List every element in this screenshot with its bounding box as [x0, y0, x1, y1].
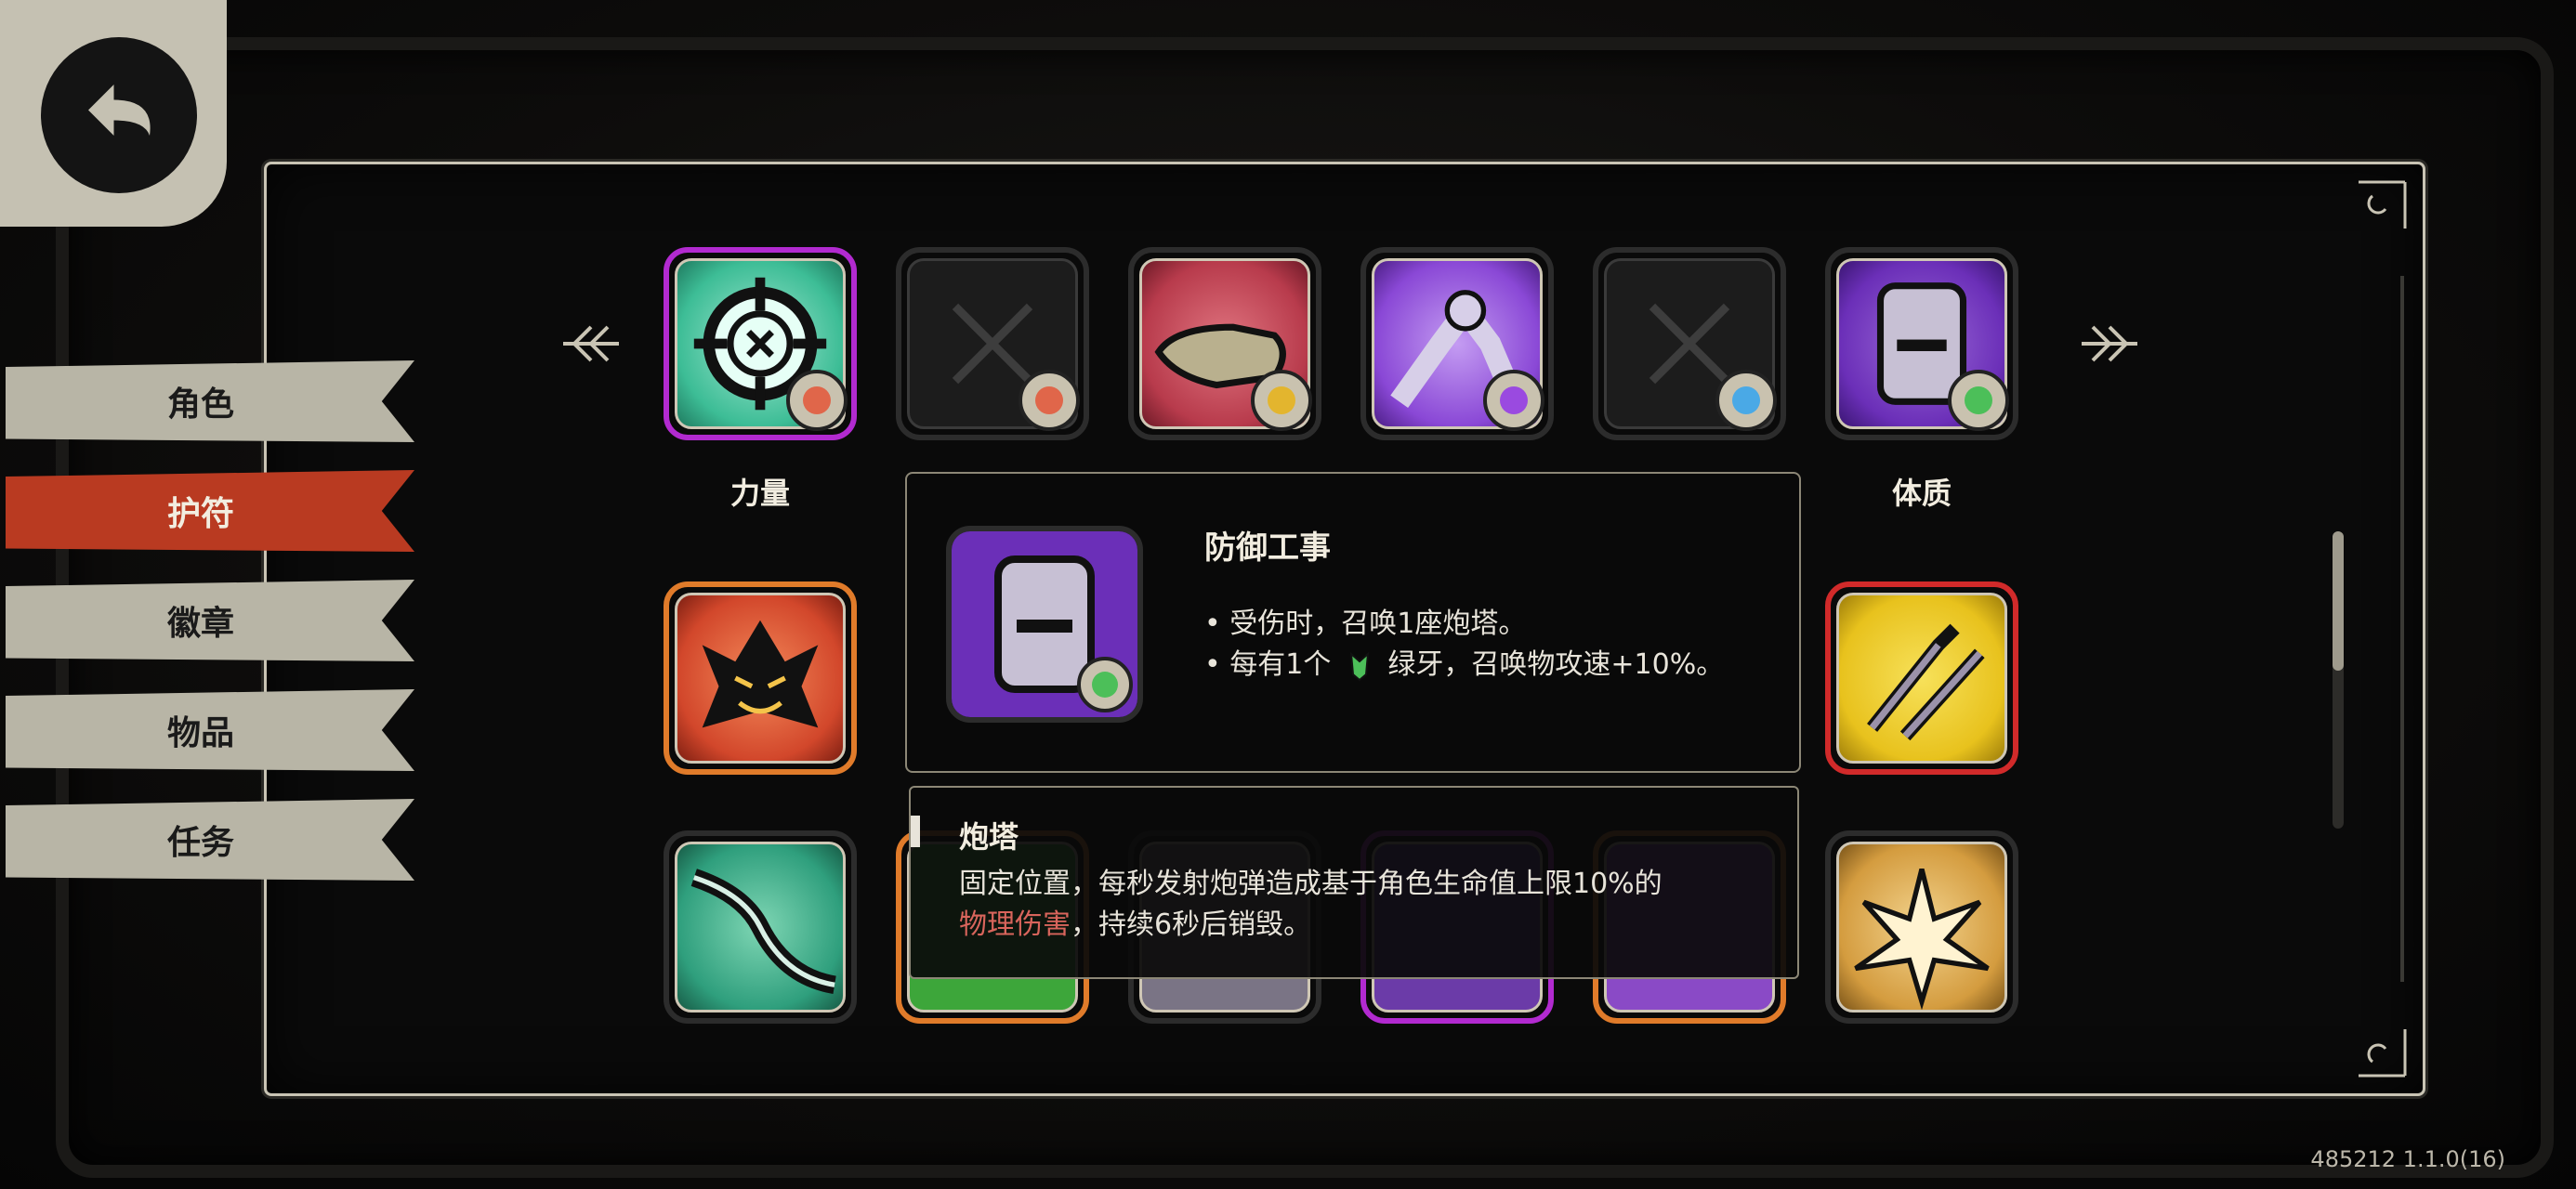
scrollbar-thumb[interactable]	[2333, 531, 2344, 671]
subtooltip-text-part: ，持续6秒后销毁。	[1071, 908, 1312, 941]
daggers-icon	[1836, 593, 2007, 764]
charm-slot-empty[interactable]	[1593, 247, 1786, 440]
tooltip-line-part: • 每有1个	[1204, 648, 1332, 681]
charm-slot-demon-face[interactable]	[664, 581, 857, 775]
turret-tooltip: 炮塔 固定位置，每秒发射炮弹造成基于角色生命值上限10%的 物理伤害，持续6秒后…	[909, 786, 1799, 979]
tab-charm[interactable]: 护符	[6, 470, 414, 552]
tab-role[interactable]: 角色	[6, 360, 414, 442]
next-page-arrow-icon[interactable]	[2072, 316, 2147, 372]
subtooltip-text: 物理伤害，持续6秒后销毁。	[959, 901, 1311, 942]
green-fang-icon	[1347, 650, 1372, 682]
charm-tooltip: 防御工事 • 受伤时，召唤1座炮塔。 • 每有1个 绿牙，召唤物攻速+10%。	[905, 472, 1801, 773]
back-arrow-icon	[41, 37, 197, 193]
charm-slot-burst[interactable]	[1825, 830, 2018, 1024]
corner-ornament-icon	[2359, 180, 2407, 229]
perception-badge-icon	[1715, 370, 1777, 431]
tab-badge[interactable]: 徽章	[6, 580, 414, 661]
scrollbar[interactable]	[2333, 531, 2344, 829]
shield-plate-icon	[946, 526, 1143, 723]
constitution-badge-icon	[1948, 370, 2009, 431]
tab-quests[interactable]: 任务	[6, 799, 414, 881]
charm-slot-arm-wrestle[interactable]	[1360, 247, 1554, 440]
tooltip-line-part: 绿牙，召唤物攻速+10%。	[1387, 648, 1725, 681]
subtooltip-text: 固定位置，每秒发射炮弹造成基于角色生命值上限10%的	[959, 868, 1663, 900]
slot-label: 体质	[1891, 476, 1952, 511]
back-button[interactable]	[0, 0, 227, 227]
subtooltip-title: 炮塔	[959, 819, 1019, 855]
charm-slot-crosshair[interactable]	[664, 247, 857, 440]
charm-slot-daggers[interactable]	[1825, 581, 2018, 775]
version-label: 485212 1.1.0(16)	[2310, 1146, 2505, 1172]
demon-face-icon	[675, 593, 846, 764]
tooltip-line: • 受伤时，召唤1座炮塔。	[1204, 608, 1527, 640]
charm-slot-green-wave[interactable]	[664, 830, 857, 1024]
corner-ornament-icon	[2359, 1029, 2407, 1078]
fire-badge-icon	[1019, 370, 1080, 431]
charm-slot-shield-plate[interactable]	[1825, 247, 2018, 440]
charm-slot-fist[interactable]	[1128, 247, 1321, 440]
agility-badge-icon	[1251, 370, 1312, 431]
intellect-badge-icon	[1483, 370, 1544, 431]
prev-page-arrow-icon[interactable]	[554, 316, 628, 372]
fire-badge-icon	[786, 370, 848, 431]
wave-icon	[675, 842, 846, 1013]
tab-items[interactable]: 物品	[6, 689, 414, 771]
damage-type-highlight: 物理伤害	[959, 908, 1071, 941]
tooltip-title: 防御工事	[1204, 529, 1331, 567]
tooltip-line: • 每有1个 绿牙，召唤物攻速+10%。	[1204, 641, 1724, 682]
slot-label: 力量	[729, 476, 790, 511]
charm-slot-empty[interactable]	[896, 247, 1089, 440]
burst-icon	[1836, 842, 2007, 1013]
